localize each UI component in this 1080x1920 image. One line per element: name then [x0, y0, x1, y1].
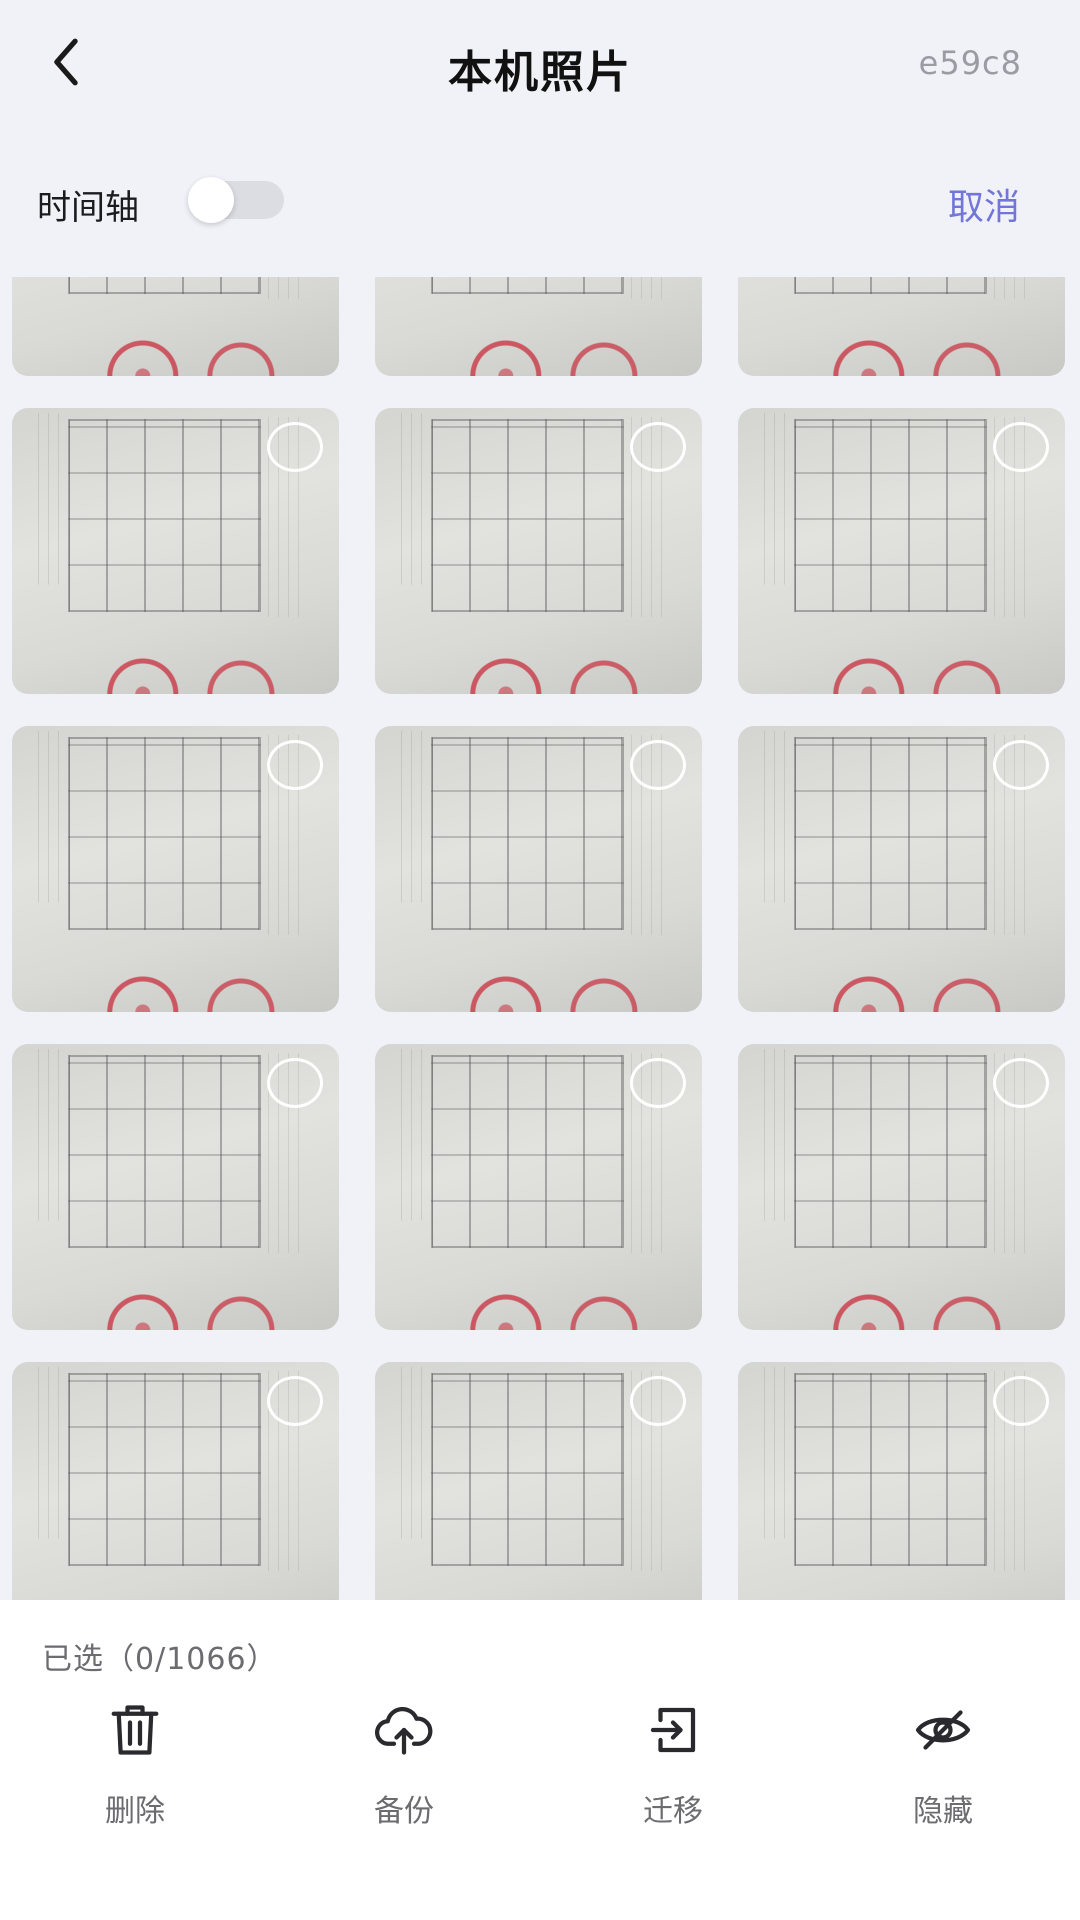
document-photo-image [738, 277, 1065, 376]
trash-icon [111, 1705, 159, 1755]
photo-thumbnail[interactable] [738, 1044, 1065, 1330]
select-circle-icon[interactable] [993, 1058, 1049, 1108]
eye-off-icon [915, 1710, 971, 1750]
photo-thumbnail[interactable] [12, 726, 339, 1012]
transfer-icon [650, 1707, 696, 1753]
photo-thumbnail[interactable] [375, 1044, 702, 1330]
select-circle-icon[interactable] [993, 1376, 1049, 1426]
photo-thumbnail[interactable] [12, 1044, 339, 1330]
document-photo-image [12, 277, 339, 376]
select-circle-icon[interactable] [630, 422, 686, 472]
photo-thumbnail[interactable] [738, 408, 1065, 694]
select-circle-icon[interactable] [267, 740, 323, 790]
select-circle-icon[interactable] [993, 740, 1049, 790]
photo-thumbnail[interactable] [375, 1362, 702, 1600]
hide-button[interactable]: 隐藏 [843, 1700, 1043, 1830]
select-circle-icon[interactable] [630, 1376, 686, 1426]
timeline-label: 时间轴 [37, 188, 139, 228]
migrate-label: 迁移 [643, 1794, 703, 1829]
delete-button[interactable]: 删除 [35, 1700, 235, 1830]
select-circle-icon[interactable] [267, 1376, 323, 1426]
photo-thumbnail[interactable] [12, 1362, 339, 1600]
hide-label: 隐藏 [913, 1794, 973, 1829]
photo-thumbnail[interactable] [375, 726, 702, 1012]
select-circle-icon[interactable] [630, 740, 686, 790]
photo-thumbnail[interactable] [375, 408, 702, 694]
photo-thumbnail[interactable] [12, 408, 339, 694]
select-circle-icon[interactable] [267, 1058, 323, 1108]
select-circle-icon[interactable] [267, 422, 323, 472]
device-id-label: e59c8 [918, 44, 1022, 82]
toolbar: 时间轴 取消 [0, 160, 1080, 240]
photo-thumbnail[interactable] [738, 277, 1065, 376]
document-photo-image [375, 277, 702, 376]
migrate-button[interactable]: 迁移 [573, 1700, 773, 1830]
photo-thumbnail[interactable] [375, 277, 702, 376]
cancel-button[interactable]: 取消 [948, 178, 1020, 230]
select-circle-icon[interactable] [630, 1058, 686, 1108]
photo-thumbnail[interactable] [738, 1362, 1065, 1600]
photo-grid[interactable] [0, 277, 1080, 1600]
backup-label: 备份 [374, 1794, 434, 1829]
delete-label: 删除 [105, 1794, 165, 1829]
photo-thumbnail[interactable] [738, 726, 1065, 1012]
selection-action-panel: 已选（0/1066） 删除 备份 迁移 隐藏 [0, 1600, 1080, 1920]
header-bar: 本机照片 e59c8 [0, 0, 1080, 125]
cloud-upload-icon [375, 1706, 433, 1755]
select-circle-icon[interactable] [993, 422, 1049, 472]
selected-count-text: 已选（0/1066） [42, 1642, 278, 1677]
toggle-knob [188, 177, 234, 223]
photo-thumbnail[interactable] [12, 277, 339, 376]
timeline-toggle[interactable] [188, 177, 284, 223]
backup-button[interactable]: 备份 [304, 1700, 504, 1830]
